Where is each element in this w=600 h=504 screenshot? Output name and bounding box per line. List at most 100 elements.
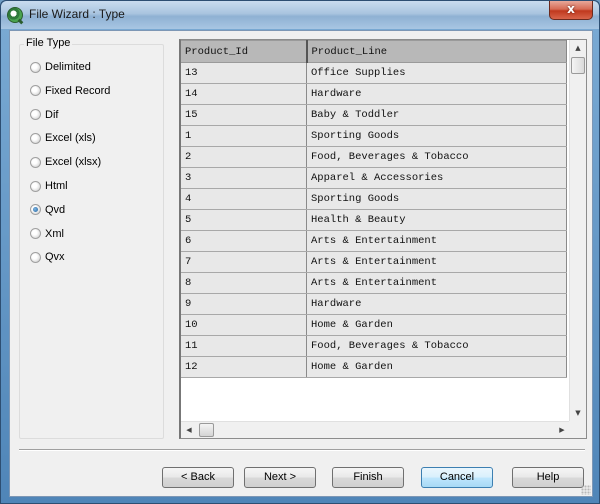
cell-product-line: Arts & Entertainment	[306, 251, 567, 273]
scroll-up-arrow-icon[interactable]: ▲	[570, 40, 586, 56]
column-header-product-id[interactable]: Product_Id	[181, 40, 308, 63]
cell-product-line: Apparel & Accessories	[306, 167, 567, 189]
preview-table: Product_Id Product_Line 13 Office Supplie…	[181, 40, 567, 378]
close-button[interactable]: x	[549, 1, 593, 20]
scroll-down-arrow-icon[interactable]: ▼	[570, 405, 586, 421]
table-row[interactable]: 6 Arts & Entertainment	[181, 230, 567, 252]
cell-product-line: Arts & Entertainment	[306, 230, 567, 252]
qlikview-icon	[7, 7, 23, 23]
finish-button[interactable]: Finish	[332, 467, 404, 488]
radio-qvd[interactable]: Qvd	[30, 201, 65, 219]
table-row[interactable]: 14 Hardware	[181, 83, 567, 105]
cell-product-id: 9	[181, 293, 307, 315]
cell-product-id: 15	[181, 104, 307, 126]
title-bar[interactable]: File Wizard : Type x	[1, 1, 599, 29]
radio-label: Html	[45, 180, 68, 192]
table-row[interactable]: 12 Home & Garden	[181, 356, 567, 378]
table-row[interactable]: 1 Sporting Goods	[181, 125, 567, 147]
vertical-scrollbar[interactable]: ▲ ▼	[569, 40, 586, 421]
cell-product-line: Office Supplies	[306, 62, 567, 84]
radio-label: Delimited	[45, 61, 91, 73]
radio-label: Qvx	[45, 251, 65, 264]
cell-product-line: Food, Beverages & Tobacco	[306, 335, 567, 357]
help-button[interactable]: Help	[512, 467, 584, 488]
radio-label: Qvd	[45, 203, 66, 216]
table-row[interactable]: 2 Food, Beverages & Tobacco	[181, 146, 567, 168]
radio-unchecked-icon[interactable]	[30, 228, 41, 240]
radio-html[interactable]: Html	[30, 177, 68, 195]
cell-product-id: 12	[181, 356, 307, 378]
radio-fixed-record[interactable]: Fixed Record	[30, 82, 110, 100]
cell-product-line: Home & Garden	[306, 314, 567, 336]
cell-product-line: Health & Beauty	[306, 209, 567, 231]
vertical-scroll-thumb[interactable]	[571, 57, 585, 74]
table-row[interactable]: 8 Arts & Entertainment	[181, 272, 567, 294]
data-preview-grid: Product_Id Product_Line 13 Office Supplie…	[179, 39, 587, 439]
file-type-group-label: File Type	[24, 37, 73, 49]
cell-product-id: 11	[181, 335, 307, 357]
cell-product-id: 2	[181, 146, 307, 168]
radio-unchecked-icon[interactable]	[30, 132, 41, 144]
table-row[interactable]: 15 Baby & Toddler	[181, 104, 567, 126]
radio-qvx[interactable]: Qvx	[30, 248, 65, 266]
footer-separator	[19, 449, 585, 451]
radio-label: Xml	[45, 227, 64, 240]
window-title: File Wizard : Type	[29, 7, 125, 21]
table-row[interactable]: 4 Sporting Goods	[181, 188, 567, 210]
file-wizard-window: File Wizard : Type x File Type Delimited…	[0, 0, 600, 504]
cell-product-id: 7	[181, 251, 307, 273]
cell-product-id: 14	[181, 83, 307, 105]
table-row[interactable]: 9 Hardware	[181, 293, 567, 315]
radio-label: Excel (xls)	[45, 132, 96, 145]
radio-label: Dif	[45, 108, 59, 121]
radio-unchecked-icon[interactable]	[30, 180, 41, 192]
cell-product-line: Hardware	[306, 293, 567, 315]
radio-unchecked-icon[interactable]	[30, 61, 41, 73]
radio-checked-icon[interactable]	[30, 204, 41, 216]
scroll-left-arrow-icon[interactable]: ◀	[181, 422, 197, 438]
cell-product-line: Hardware	[306, 83, 567, 105]
next-button[interactable]: Next >	[244, 467, 316, 488]
horizontal-scrollbar[interactable]: ◀ ▶	[181, 421, 570, 438]
back-button[interactable]: < Back	[162, 467, 234, 488]
cell-product-id: 5	[181, 209, 307, 231]
cell-product-id: 1	[181, 125, 307, 147]
cancel-button[interactable]: Cancel	[421, 467, 493, 488]
cell-product-id: 8	[181, 272, 307, 294]
cell-product-line: Home & Garden	[306, 356, 567, 378]
table-row[interactable]: 7 Arts & Entertainment	[181, 251, 567, 273]
scrollbar-corner	[569, 421, 586, 438]
column-header-product-line[interactable]: Product_Line	[306, 40, 567, 63]
radio-label: Fixed Record	[45, 84, 111, 97]
table-row[interactable]: 13 Office Supplies	[181, 62, 567, 84]
radio-excel-xls[interactable]: Excel (xls)	[30, 129, 96, 147]
table-row[interactable]: 5 Health & Beauty	[181, 209, 567, 231]
file-type-group: File Type Delimited Fixed Record Dif Excel …	[19, 37, 164, 439]
close-icon: x	[567, 2, 575, 16]
radio-dif[interactable]: Dif	[30, 106, 58, 124]
cell-product-id: 3	[181, 167, 307, 189]
radio-unchecked-icon[interactable]	[30, 251, 41, 263]
table-row[interactable]: 3 Apparel & Accessories	[181, 167, 567, 189]
table-row[interactable]: 10 Home & Garden	[181, 314, 567, 336]
radio-unchecked-icon[interactable]	[30, 109, 41, 121]
cell-product-line: Baby & Toddler	[306, 104, 567, 126]
radio-delimited[interactable]: Delimited	[30, 58, 91, 76]
horizontal-scroll-thumb[interactable]	[199, 423, 214, 437]
radio-label: Excel (xlsx)	[45, 156, 102, 169]
scroll-right-arrow-icon[interactable]: ▶	[554, 422, 570, 438]
radio-unchecked-icon[interactable]	[30, 85, 41, 97]
radio-xml[interactable]: Xml	[30, 225, 64, 243]
cell-product-id: 4	[181, 188, 307, 210]
resize-grip-icon[interactable]	[581, 485, 591, 495]
cell-product-id: 13	[181, 62, 307, 84]
cell-product-line: Food, Beverages & Tobacco	[306, 146, 567, 168]
cell-product-line: Arts & Entertainment	[306, 272, 567, 294]
header-row: Product_Id Product_Line	[181, 40, 567, 63]
radio-unchecked-icon[interactable]	[30, 156, 41, 168]
radio-excel-xlsx[interactable]: Excel (xlsx)	[30, 153, 101, 171]
dialog-client-area: File Type Delimited Fixed Record Dif Excel …	[9, 30, 593, 497]
cell-product-id: 6	[181, 230, 307, 252]
table-row[interactable]: 11 Food, Beverages & Tobacco	[181, 335, 567, 357]
cell-product-line: Sporting Goods	[306, 125, 567, 147]
